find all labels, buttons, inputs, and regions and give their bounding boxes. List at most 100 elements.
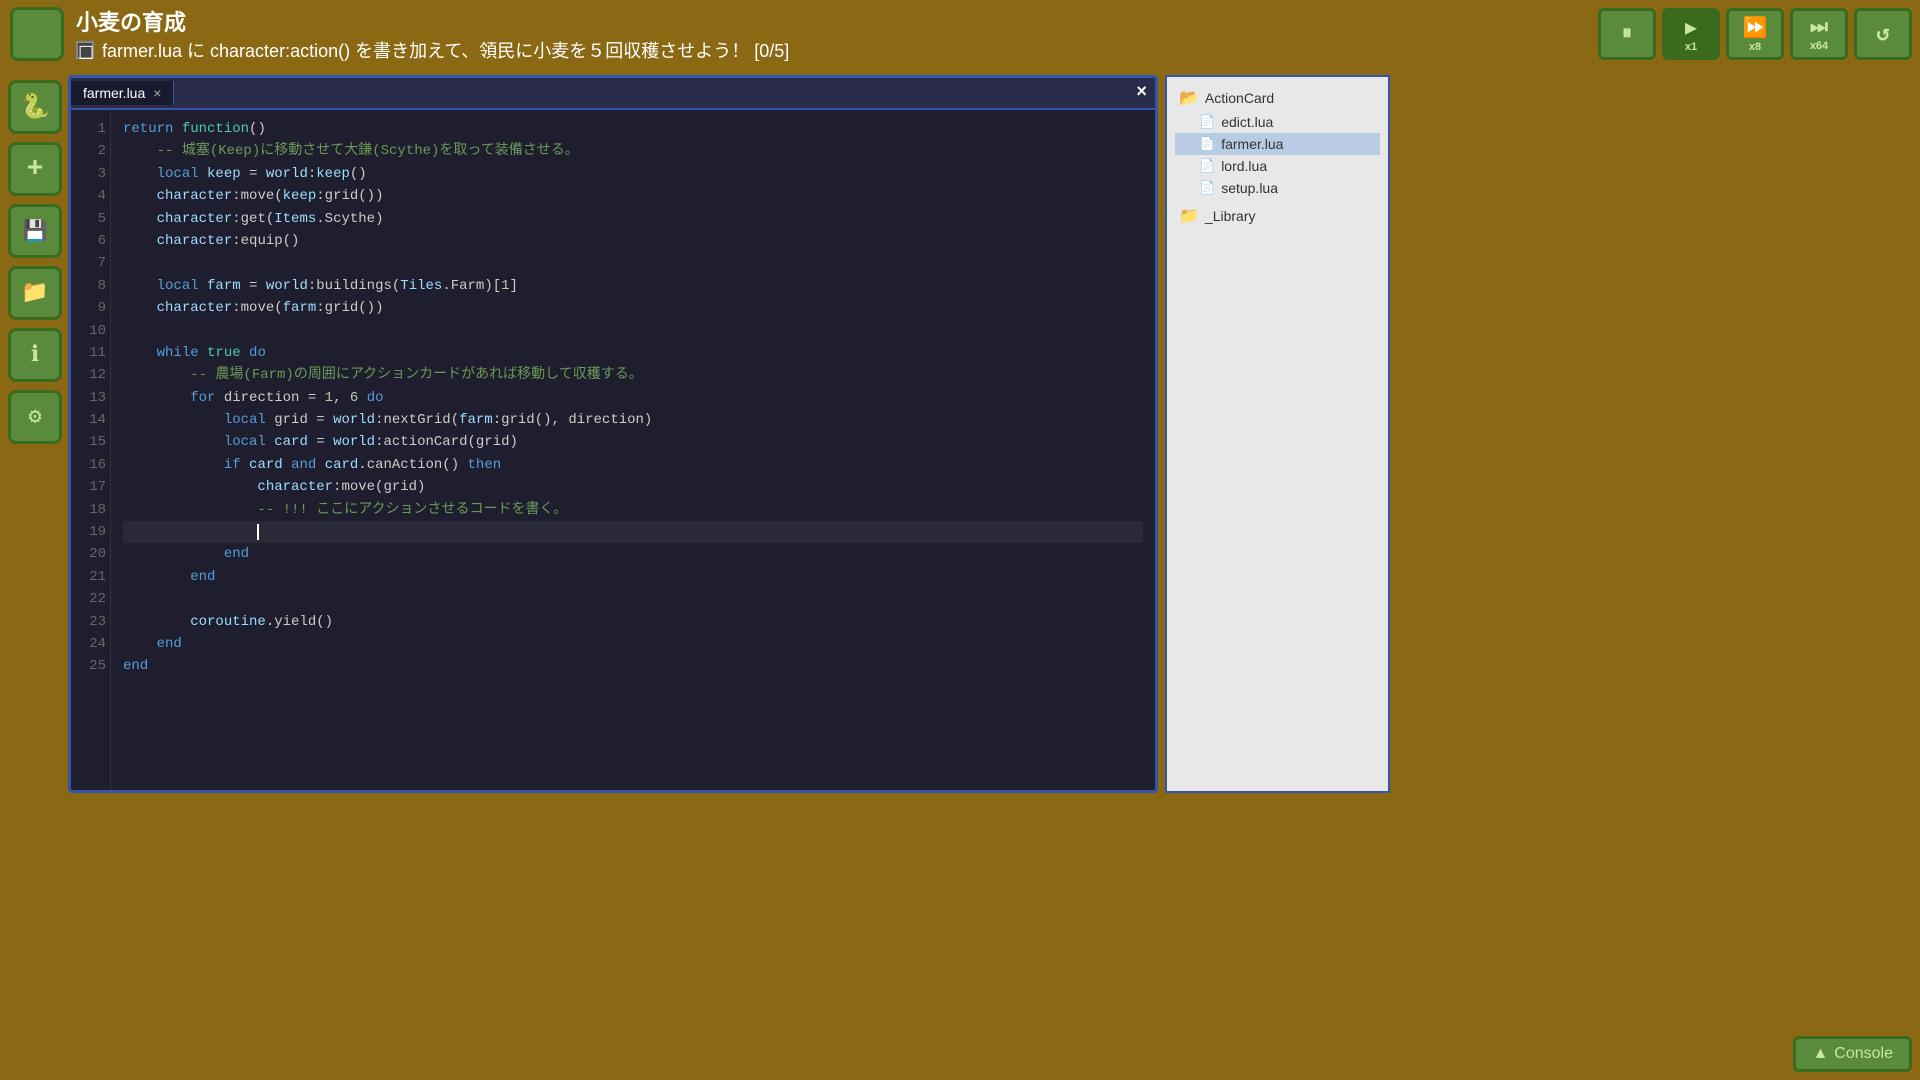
line-number-8: 8 <box>75 275 106 297</box>
file-icon: 📄 <box>1199 158 1215 174</box>
reload-button[interactable]: ↺ <box>1854 8 1912 60</box>
editor-close-button[interactable]: × <box>1136 84 1147 102</box>
line-number-22: 22 <box>75 588 106 610</box>
file-browser: 📂 ActionCard 📄edict.lua📄farmer.lua📄lord.… <box>1165 75 1390 793</box>
save-button[interactable]: 💾 <box>8 204 62 258</box>
file-icon: 📄 <box>1199 136 1215 152</box>
line-number-4: 4 <box>75 185 106 207</box>
reload-icon: ↺ <box>1876 21 1889 47</box>
file-item-setup-lua[interactable]: 📄 setup.lua <box>1175 177 1380 199</box>
line-number-24: 24 <box>75 633 106 655</box>
library-folder-icon: 📁 <box>1179 206 1199 226</box>
pause-button[interactable]: ⏸ <box>1598 8 1656 60</box>
line-number-11: 11 <box>75 342 106 364</box>
line-number-20: 20 <box>75 543 106 565</box>
play-x64-label: x64 <box>1810 40 1828 52</box>
home-button[interactable] <box>10 7 64 61</box>
line-number-9: 9 <box>75 297 106 319</box>
line-number-14: 14 <box>75 409 106 431</box>
editor-container: farmer.lua × × 1234567891011121314151617… <box>68 75 1158 793</box>
file-icon: 📄 <box>1199 114 1215 130</box>
play-x8-button[interactable]: ⏩ x8 <box>1726 8 1784 60</box>
info-icon: ℹ <box>31 342 39 368</box>
folder-button[interactable]: 📁 <box>8 266 62 320</box>
line-number-21: 21 <box>75 566 106 588</box>
fast-icon: ⏩ <box>1743 15 1768 41</box>
file-list: 📄edict.lua📄farmer.lua📄lord.lua📄setup.lua <box>1175 111 1380 199</box>
file-item-lord-lua[interactable]: 📄 lord.lua <box>1175 155 1380 177</box>
file-browser-content: 📂 ActionCard 📄edict.lua📄farmer.lua📄lord.… <box>1167 77 1388 237</box>
line-number-12: 12 <box>75 364 106 386</box>
code-line-20: end <box>123 543 1143 565</box>
code-line-19 <box>123 521 1143 543</box>
code-line-15: local card = world:actionCard(grid) <box>123 431 1143 453</box>
filename-label: lord.lua <box>1221 158 1267 174</box>
line-number-10: 10 <box>75 320 106 342</box>
tab-close-button[interactable]: × <box>153 85 161 101</box>
console-button[interactable]: ▲ Console <box>1793 1036 1912 1072</box>
line-number-6: 6 <box>75 230 106 252</box>
code-line-25: end <box>123 655 1143 677</box>
play-x64-button[interactable]: ⏭ x64 <box>1790 8 1848 60</box>
snake-button[interactable]: 🐍 <box>8 80 62 134</box>
code-line-10 <box>123 320 1143 342</box>
code-area[interactable]: 1234567891011121314151617181920212223242… <box>71 110 1155 790</box>
file-item-farmer-lua[interactable]: 📄 farmer.lua <box>1175 133 1380 155</box>
save-icon: 💾 <box>23 218 48 244</box>
line-number-16: 16 <box>75 454 106 476</box>
filename-label: setup.lua <box>1221 180 1278 196</box>
info-button[interactable]: ℹ <box>8 328 62 382</box>
play-icon: ▶ <box>1685 15 1697 41</box>
line-number-15: 15 <box>75 431 106 453</box>
settings-button[interactable]: ⚙ <box>8 390 62 444</box>
code-line-16: if card and card.canAction() then <box>123 454 1143 476</box>
code-line-24: end <box>123 633 1143 655</box>
folder-actioncard-label: ActionCard <box>1205 90 1274 106</box>
line-numbers: 1234567891011121314151617181920212223242… <box>71 110 111 790</box>
code-line-21: end <box>123 566 1143 588</box>
code-line-17: character:move(grid) <box>123 476 1143 498</box>
filename-label: farmer.lua <box>1221 136 1283 152</box>
code-line-7 <box>123 252 1143 274</box>
code-line-22 <box>123 588 1143 610</box>
line-number-19: 19 <box>75 521 106 543</box>
code-line-1: return function() <box>123 118 1143 140</box>
line-number-2: 2 <box>75 140 106 162</box>
code-line-14: local grid = world:nextGrid(farm:grid(),… <box>123 409 1143 431</box>
code-line-13: for direction = 1, 6 do <box>123 387 1143 409</box>
console-chevron-icon: ▲ <box>1812 1045 1828 1063</box>
folder-library[interactable]: 📁 _Library <box>1175 203 1380 229</box>
code-line-18: -- !!! ここにアクションさせるコードを書く。 <box>123 499 1143 521</box>
folder-icon: 📁 <box>21 280 48 306</box>
console-label: Console <box>1834 1045 1893 1063</box>
add-button[interactable]: + <box>8 142 62 196</box>
active-tab[interactable]: farmer.lua × <box>71 81 174 105</box>
code-line-11: while true do <box>123 342 1143 364</box>
task-checkbox: ☐ <box>76 41 94 59</box>
controls-panel: ⏸ ▶ x1 ⏩ x8 ⏭ x64 ↺ <box>1598 8 1912 60</box>
code-line-2: -- 城塞(Keep)に移動させて大鎌(Scythe)を取って装備させる。 <box>123 140 1143 162</box>
line-number-25: 25 <box>75 655 106 677</box>
line-number-17: 17 <box>75 476 106 498</box>
left-sidebar: 🐍 + 💾 📁 ℹ ⚙ <box>8 80 62 444</box>
play-x8-label: x8 <box>1749 41 1761 53</box>
code-line-12: -- 農場(Farm)の周囲にアクションカードがあれば移動して収穫する。 <box>123 364 1143 386</box>
line-number-3: 3 <box>75 163 106 185</box>
pause-icon: ⏸ <box>1622 22 1632 46</box>
folder-actioncard[interactable]: 📂 ActionCard <box>1175 85 1380 111</box>
snake-icon: 🐍 <box>20 92 50 122</box>
file-item-edict-lua[interactable]: 📄edict.lua <box>1175 111 1380 133</box>
code-line-6: character:equip() <box>123 230 1143 252</box>
play-x1-button[interactable]: ▶ x1 <box>1662 8 1720 60</box>
line-number-5: 5 <box>75 208 106 230</box>
folder-open-icon: 📂 <box>1179 88 1199 108</box>
line-number-18: 18 <box>75 499 106 521</box>
code-content[interactable]: return function() -- 城塞(Keep)に移動させて大鎌(Sc… <box>111 110 1155 790</box>
play-x1-label: x1 <box>1685 41 1697 53</box>
code-line-8: local farm = world:buildings(Tiles.Farm)… <box>123 275 1143 297</box>
code-line-9: character:move(farm:grid()) <box>123 297 1143 319</box>
line-number-1: 1 <box>75 118 106 140</box>
line-number-23: 23 <box>75 611 106 633</box>
file-icon: 📄 <box>1199 180 1215 196</box>
code-line-3: local keep = world:keep() <box>123 163 1143 185</box>
